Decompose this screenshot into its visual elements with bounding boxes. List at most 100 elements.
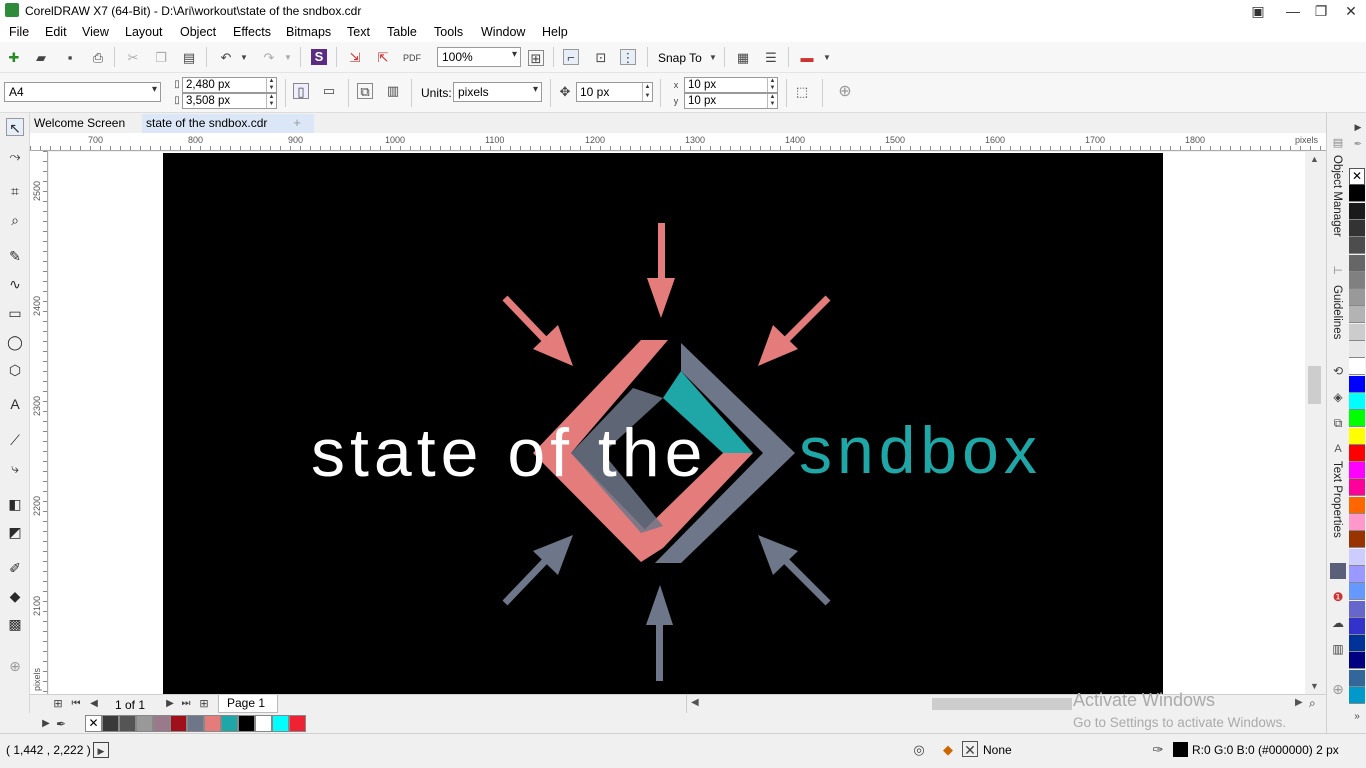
print-icon[interactable]: ⎙ — [90, 50, 106, 66]
transparency-icon[interactable]: ◩ — [6, 523, 24, 541]
landscape-icon[interactable]: ▭ — [321, 83, 337, 99]
search-content-icon[interactable]: S — [311, 49, 327, 65]
scroll-down-icon[interactable]: ▼ — [1310, 681, 1319, 691]
menu-view[interactable]: View — [82, 25, 109, 39]
tab-welcome-screen[interactable]: Welcome Screen — [30, 114, 140, 133]
menu-object[interactable]: Object — [180, 25, 216, 39]
horizontal-ruler[interactable]: 700 800 900 1000 1100 1200 1300 1400 150… — [30, 133, 1326, 151]
outline-pen-icon[interactable]: ✑ — [1150, 742, 1166, 758]
color-swatch[interactable] — [136, 715, 153, 732]
shape-tool-icon[interactable]: ⤳ — [6, 147, 24, 165]
add-tool-icon[interactable]: ⊕ — [6, 657, 24, 675]
page-tab[interactable]: Page 1 — [218, 695, 278, 713]
color-swatch[interactable] — [255, 715, 272, 732]
new-tab-icon[interactable]: + — [289, 115, 305, 131]
full-screen-preview-icon[interactable]: ⊞ — [528, 50, 544, 66]
text-tool-icon[interactable]: A — [6, 395, 24, 413]
color-swatch[interactable] — [1349, 496, 1365, 514]
color-swatch[interactable] — [1349, 565, 1365, 583]
quick-customize-icon[interactable]: ⊕ — [837, 84, 853, 100]
cut-icon[interactable]: ✂ — [125, 50, 141, 66]
color-swatch[interactable] — [221, 715, 238, 732]
color-swatch[interactable] — [1349, 341, 1365, 358]
color-docker-icon[interactable] — [1330, 563, 1346, 579]
color-swatch[interactable] — [119, 715, 136, 732]
publish-pdf-icon[interactable]: PDF — [403, 50, 421, 66]
color-swatch[interactable] — [1349, 462, 1365, 480]
color-swatch[interactable] — [1349, 237, 1365, 255]
rectangle-tool-icon[interactable]: ▭ — [6, 304, 24, 322]
undo-icon[interactable]: ↶ — [218, 50, 234, 66]
color-swatch[interactable] — [1349, 202, 1365, 220]
color-swatch[interactable] — [1349, 410, 1365, 428]
redo-icon[interactable]: ↷ — [261, 50, 277, 66]
open-icon[interactable]: ▰ — [33, 50, 49, 66]
color-swatch[interactable] — [1349, 271, 1365, 289]
export-icon[interactable]: ⇱ — [375, 50, 391, 66]
text-properties-icon[interactable]: A — [1330, 441, 1346, 457]
interactive-fill-icon[interactable]: ◆ — [6, 587, 24, 605]
zoom-navigator-icon[interactable]: ⌕ — [1309, 696, 1316, 711]
add-page-before-icon[interactable]: ⊞ — [50, 696, 66, 712]
scroll-up-icon[interactable]: ▲ — [1310, 154, 1319, 164]
connector-tool-icon[interactable]: ⤷ — [6, 459, 24, 477]
color-styles-icon[interactable]: ◈ — [1330, 389, 1346, 405]
snap-to-menu[interactable]: Snap To — [658, 51, 702, 65]
horizontal-scroll-thumb[interactable] — [932, 698, 1072, 710]
page-height-field[interactable]: 3,508 px ▲ ▼ — [182, 93, 277, 109]
user-icon[interactable]: ▣ — [1243, 0, 1273, 22]
color-swatch[interactable] — [1349, 185, 1365, 203]
crop-tool-icon[interactable]: ⌗ — [6, 182, 24, 200]
paste-icon[interactable]: ▤ — [181, 50, 197, 66]
object-manager-icon[interactable]: ▤ — [1330, 135, 1346, 151]
previous-page-icon[interactable]: ◀ — [86, 696, 102, 712]
menu-file[interactable]: File — [9, 25, 29, 39]
color-swatch[interactable] — [1349, 652, 1365, 670]
copy-icon[interactable]: ❐ — [153, 50, 169, 66]
color-swatch[interactable] — [1349, 375, 1365, 393]
first-page-icon[interactable]: ⏮ — [68, 696, 84, 712]
snap-to-dropdown-icon[interactable]: ▼ — [705, 50, 721, 66]
color-swatch[interactable] — [1349, 479, 1365, 497]
document-color-settings-icon[interactable]: ◎ — [911, 742, 927, 758]
color-swatch[interactable] — [170, 715, 187, 732]
artistic-media-icon[interactable]: ∿ — [6, 275, 24, 293]
all-pages-icon[interactable]: ⧉ — [357, 83, 373, 99]
close-button[interactable]: ✕ — [1336, 0, 1366, 22]
color-swatch[interactable] — [1349, 600, 1365, 618]
color-swatch[interactable] — [289, 715, 306, 732]
color-swatch[interactable] — [1349, 306, 1365, 324]
color-swatch[interactable] — [1349, 289, 1365, 307]
status-expand-icon[interactable]: ▶ — [93, 742, 109, 758]
import-icon[interactable]: ⇲ — [347, 50, 363, 66]
align-icon[interactable]: ⧉ — [1330, 415, 1346, 431]
horizontal-scrollbar[interactable]: ◀ ▶ ⌕ — [686, 695, 1326, 713]
text-properties-tab[interactable]: Text Properties — [1331, 461, 1343, 538]
menu-table[interactable]: Table — [387, 25, 417, 39]
color-swatch[interactable] — [1349, 219, 1365, 237]
vertical-scrollbar[interactable]: ▲ ▼ — [1305, 152, 1326, 694]
spinner-arrows-icon[interactable]: ▲ ▼ — [767, 94, 777, 108]
save-icon[interactable]: ▪ — [62, 50, 78, 66]
palette-expand-icon[interactable]: ▶ — [38, 716, 54, 732]
options-icon[interactable]: ☰ — [763, 50, 779, 66]
menu-window[interactable]: Window — [481, 25, 525, 39]
palette-flyout-icon[interactable]: » — [1349, 709, 1365, 725]
no-color-swatch[interactable]: ✕ — [1349, 168, 1365, 185]
menu-bitmaps[interactable]: Bitmaps — [286, 25, 331, 39]
current-page-icon[interactable]: ▥ — [385, 83, 401, 99]
eyedropper-icon[interactable]: ✒ — [53, 716, 69, 732]
color-swatch[interactable] — [1349, 392, 1365, 410]
color-swatch[interactable] — [272, 715, 289, 732]
menu-effects[interactable]: Effects — [233, 25, 271, 39]
color-swatch[interactable] — [1349, 687, 1365, 704]
zoom-tool-icon[interactable]: ⌕ — [6, 211, 24, 229]
units-combo[interactable]: pixels ▾ — [453, 82, 542, 102]
scroll-right-icon[interactable]: ▶ — [1295, 697, 1303, 708]
color-swatch[interactable] — [1349, 635, 1365, 653]
color-swatch[interactable] — [102, 715, 119, 732]
color-swatch[interactable] — [153, 715, 170, 732]
duplicate-x-field[interactable]: 10 px ▲ ▼ — [684, 77, 778, 93]
color-swatch[interactable] — [1349, 531, 1365, 549]
color-swatch[interactable] — [1349, 617, 1365, 635]
